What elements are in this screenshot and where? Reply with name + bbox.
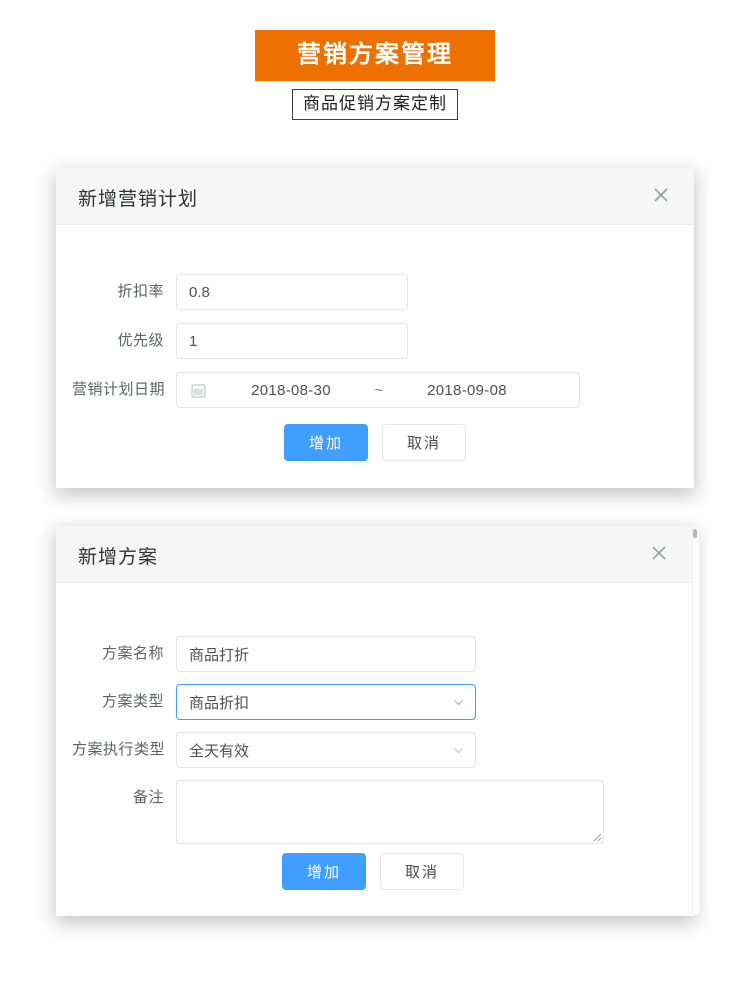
scheme-dialog-actions: 增加 取消 — [282, 853, 464, 890]
page-title: 营销方案管理 — [255, 30, 495, 82]
plan-submit-button[interactable]: 增加 — [284, 424, 368, 461]
label-remark: 备注 — [132, 789, 164, 806]
form-row-priority: 优先级 — [72, 323, 408, 359]
field-remark — [176, 780, 604, 844]
label-execute-type: 方案执行类型 — [72, 741, 166, 758]
priority-input[interactable] — [176, 323, 408, 359]
form-row-plan-date: 营销计划日期 2018-08-30 ~ 2018-09-08 — [72, 372, 580, 408]
form-row-execute-type: 方案执行类型 — [72, 732, 476, 768]
dialog-header: 新增营销计划 — [56, 168, 694, 225]
form-row-discount: 折扣率 — [72, 274, 408, 310]
label-priority: 优先级 — [117, 332, 164, 349]
label-scheme-name: 方案名称 — [101, 645, 164, 662]
label-discount: 折扣率 — [117, 283, 164, 300]
field-execute-type — [176, 732, 476, 768]
field-discount — [176, 274, 408, 310]
dialog-new-marketing-plan: 新增营销计划 折扣率 优先级 营销计划日期 — [56, 168, 694, 488]
field-plan-date: 2018-08-30 ~ 2018-09-08 — [176, 372, 580, 408]
form-row-remark: 备注 — [72, 780, 604, 844]
calendar-icon — [191, 383, 206, 398]
scheme-submit-button[interactable]: 增加 — [282, 853, 366, 890]
execute-type-select[interactable] — [176, 732, 476, 768]
form-row-scheme-name: 方案名称 — [72, 636, 476, 672]
field-scheme-type — [176, 684, 476, 720]
form-row-scheme-type: 方案类型 — [72, 684, 476, 720]
close-icon[interactable] — [646, 540, 672, 566]
dialog-title: 新增营销计划 — [78, 189, 199, 210]
date-range-picker[interactable]: 2018-08-30 ~ 2018-09-08 — [176, 372, 580, 408]
label-scheme-type: 方案类型 — [101, 693, 164, 710]
dialog-new-scheme: 新增方案 方案名称 方案类型 — [56, 526, 694, 916]
date-range-separator: ~ — [374, 381, 384, 399]
field-priority — [176, 323, 408, 359]
scheme-name-input[interactable] — [176, 636, 476, 672]
scheme-cancel-button[interactable]: 取消 — [380, 853, 464, 890]
date-end-value: 2018-09-08 — [427, 381, 507, 399]
date-start-value: 2018-08-30 — [251, 381, 331, 399]
scheme-type-select[interactable] — [176, 684, 476, 720]
remark-textarea[interactable] — [176, 780, 604, 844]
scrollbar-thumb[interactable] — [693, 529, 697, 538]
plan-cancel-button[interactable]: 取消 — [382, 424, 466, 461]
dialog-header: 新增方案 — [56, 526, 694, 583]
page-subtitle: 商品促销方案定制 — [292, 89, 458, 121]
label-plan-date: 营销计划日期 — [72, 381, 166, 398]
page-subtitle-wrap: 商品促销方案定制 — [0, 89, 750, 121]
dialog-title: 新增方案 — [78, 547, 159, 568]
field-scheme-name — [176, 636, 476, 672]
plan-dialog-actions: 增加 取消 — [284, 424, 466, 461]
discount-input[interactable] — [176, 274, 408, 310]
scrollbar-track[interactable] — [692, 527, 700, 915]
page-banner: 营销方案管理 — [0, 30, 750, 82]
close-icon[interactable] — [648, 182, 674, 208]
